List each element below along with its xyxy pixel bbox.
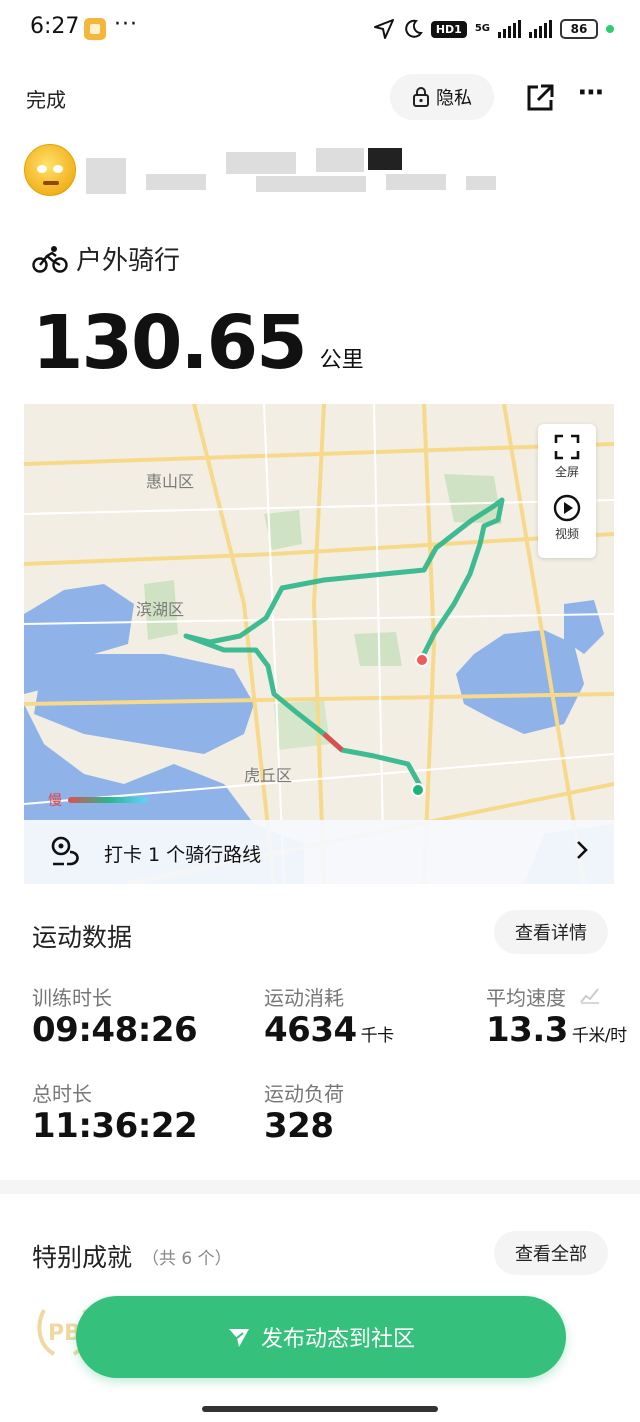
distance-value: 130.65 — [32, 300, 308, 386]
park-area — [274, 700, 330, 750]
stat-value-training-time: 09:48:26 — [32, 1010, 198, 1050]
speed-chart-icon — [580, 988, 599, 1004]
home-indicator[interactable] — [202, 1406, 438, 1412]
activity-type-label: 户外骑行 — [76, 246, 181, 276]
share-icon[interactable] — [524, 82, 556, 114]
status-time: 6:27 — [30, 14, 80, 39]
top-header: 完成 隐私 ⋯ — [0, 70, 640, 126]
publish-label: 发布动态到社区 — [260, 1327, 415, 1352]
signal-strength-icon-2 — [529, 20, 552, 38]
video-button[interactable]: 视频 — [538, 494, 596, 542]
hd-badge: HD1 — [430, 20, 467, 38]
achievements-count: （共 6 个） — [142, 1248, 232, 1269]
play-video-icon — [553, 494, 581, 522]
distance-unit: 公里 — [319, 348, 364, 373]
map-label-huqiu: 虎丘区 — [244, 766, 293, 785]
video-label: 视频 — [554, 527, 579, 541]
achievements-header: 特别成就 （共 6 个） — [32, 1238, 232, 1274]
stat-label-training-load: 运动负荷 — [264, 1082, 344, 1106]
fullscreen-icon — [554, 434, 580, 460]
avatar[interactable] — [24, 144, 76, 196]
chevron-right-icon — [577, 841, 588, 859]
stat-unit-avg-speed: 千米/时 — [571, 1026, 627, 1046]
privacy-button[interactable]: 隐私 — [390, 74, 494, 120]
fullscreen-label: 全屏 — [554, 465, 579, 479]
stat-label-avg-speed: 平均速度 — [486, 986, 566, 1010]
map-controls: 全屏 视频 — [538, 424, 596, 558]
stat-avg-speed: 13.3 千米/时 — [486, 1010, 627, 1050]
stat-label-calories: 运动消耗 — [264, 986, 344, 1010]
legend-slow-label: 慢 — [48, 793, 62, 809]
fullscreen-button[interactable]: 全屏 — [538, 434, 596, 480]
map-label-huishan: 惠山区 — [146, 472, 195, 491]
location-arrow-icon — [373, 19, 394, 39]
stats-title: 运动数据 — [32, 923, 133, 952]
stat-value-calories: 4634 — [264, 1010, 357, 1050]
bicycle-icon — [32, 245, 68, 273]
privacy-label: 隐私 — [436, 88, 472, 109]
route-end-marker — [415, 653, 429, 667]
distance-summary: 130.65 公里 — [32, 300, 364, 386]
stat-unit-calories: 千卡 — [360, 1026, 395, 1046]
send-icon — [228, 1329, 249, 1347]
stat-calories: 4634 千卡 — [264, 1010, 394, 1050]
speed-legend: 慢 — [48, 790, 148, 810]
checkin-text: 打卡 1 个骑行路线 — [104, 844, 262, 866]
map-canvas — [24, 404, 614, 884]
view-details-button[interactable]: 查看详情 — [494, 910, 608, 954]
battery-level: 86 — [560, 19, 598, 39]
stat-label-total-time: 总时长 — [32, 1082, 92, 1106]
privacy-indicator-dot — [606, 25, 614, 33]
stat-value-total-time: 11:36:22 — [32, 1106, 198, 1146]
more-options-icon[interactable]: ⋯ — [578, 78, 606, 108]
status-bar: 6:27 ··· HD1 5G 86 — [0, 0, 640, 60]
status-more-dots: ··· — [114, 12, 138, 37]
network-type: 5G — [474, 23, 490, 34]
view-all-achievements-button[interactable]: 查看全部 — [494, 1231, 608, 1275]
route-map[interactable]: 惠山区 滨湖区 虎丘区 全屏 视频 慢 打卡 1 个骑行路线 — [24, 404, 614, 884]
publish-to-community-button[interactable]: 发布动态到社区 — [76, 1296, 566, 1378]
status-icons: HD1 5G 86 — [373, 14, 614, 44]
route-pin-icon — [51, 836, 79, 866]
username-blurred — [86, 148, 506, 196]
done-button[interactable]: 完成 — [26, 84, 66, 113]
map-label-binhu: 滨湖区 — [136, 600, 185, 619]
section-divider — [0, 1180, 640, 1194]
signal-strength-icon — [498, 20, 521, 38]
notification-app-icon — [84, 18, 106, 40]
activity-type: 户外骑行 — [32, 240, 180, 277]
route-start-marker — [411, 783, 425, 797]
stat-label-training-time: 训练时长 — [32, 986, 112, 1010]
route-checkin-bar[interactable]: 打卡 1 个骑行路线 — [24, 820, 614, 884]
speed-gradient-bar — [68, 797, 148, 803]
stat-value-avg-speed: 13.3 — [486, 1010, 568, 1050]
moon-icon — [405, 19, 423, 38]
achievements-title: 特别成就 — [32, 1243, 133, 1272]
stat-value-training-load: 328 — [264, 1106, 334, 1146]
lock-icon — [413, 87, 429, 107]
